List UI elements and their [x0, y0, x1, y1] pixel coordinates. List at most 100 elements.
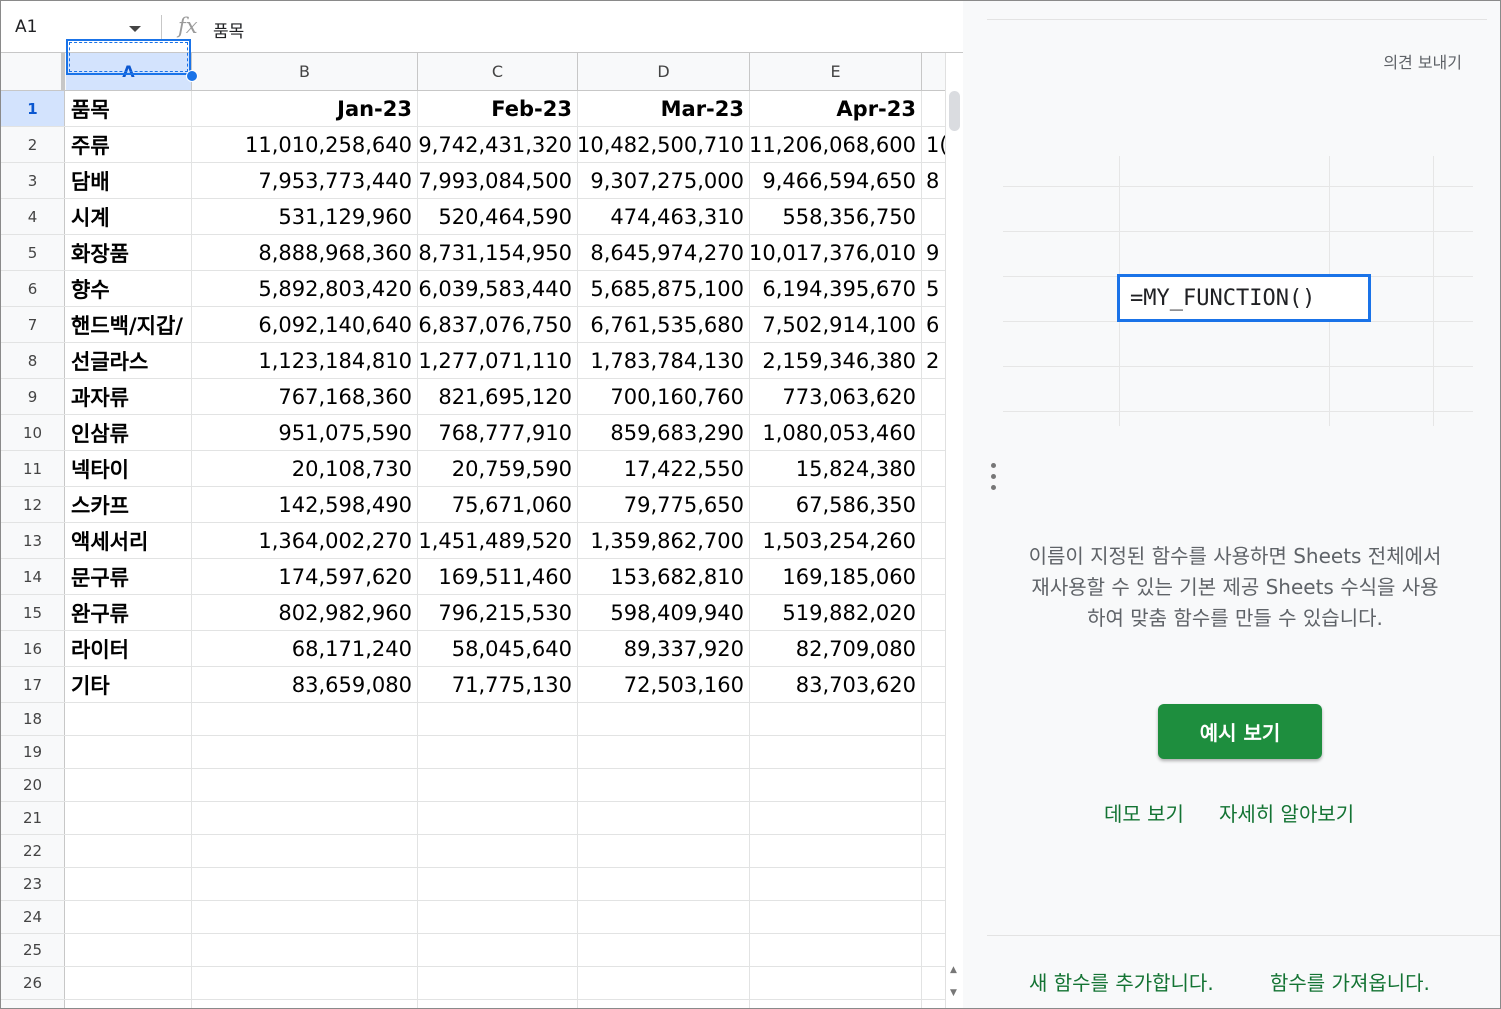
cell[interactable]: 1,277,071,110 [418, 343, 578, 378]
fill-handle[interactable] [186, 70, 198, 82]
scrollbar-thumb[interactable] [949, 91, 960, 131]
cell[interactable]: 6,837,076,750 [418, 307, 578, 342]
cell[interactable] [192, 967, 418, 999]
cell[interactable]: 8,731,154,950 [418, 235, 578, 270]
cell[interactable] [750, 703, 922, 735]
cell[interactable]: 1,364,002,270 [192, 523, 418, 558]
cell[interactable] [192, 769, 418, 801]
cell[interactable]: 과자류 [66, 379, 192, 414]
column-header-C[interactable]: C [418, 53, 578, 90]
cell[interactable] [750, 967, 922, 999]
cell[interactable]: 768,777,910 [418, 415, 578, 450]
cell[interactable]: 6,092,140,640 [192, 307, 418, 342]
cell[interactable]: 선글라스 [66, 343, 192, 378]
cell[interactable] [922, 835, 945, 867]
cell[interactable]: 8,645,974,270 [578, 235, 750, 270]
cell[interactable] [922, 559, 945, 594]
cell[interactable]: 796,215,530 [418, 595, 578, 630]
cell[interactable]: 58,045,640 [418, 631, 578, 666]
row-header[interactable]: 26 [1, 967, 65, 999]
row-header[interactable]: 23 [1, 868, 65, 900]
cell[interactable] [750, 901, 922, 933]
row-header[interactable]: 18 [1, 703, 65, 735]
row-header[interactable]: 24 [1, 901, 65, 933]
cell[interactable] [418, 736, 578, 768]
cell[interactable]: 520,464,590 [418, 199, 578, 234]
scroll-up-arrow-icon[interactable]: ▲ [950, 965, 957, 975]
select-all-corner[interactable] [1, 53, 65, 90]
cell[interactable]: 474,463,310 [578, 199, 750, 234]
column-header-D[interactable]: D [578, 53, 750, 90]
cell[interactable]: 6 [922, 307, 945, 342]
cell[interactable] [418, 967, 578, 999]
cell[interactable] [578, 769, 750, 801]
cell[interactable] [192, 703, 418, 735]
cell[interactable]: 1,503,254,260 [750, 523, 922, 558]
cell[interactable]: 주류 [66, 127, 192, 162]
cell[interactable]: 79,775,650 [578, 487, 750, 522]
cell[interactable]: 11,206,068,600 [750, 127, 922, 162]
cell[interactable] [66, 967, 192, 999]
cell[interactable]: 5,892,803,420 [192, 271, 418, 306]
row-header[interactable]: 27 [1, 1000, 65, 1008]
cell[interactable]: 1,359,862,700 [578, 523, 750, 558]
row-header[interactable]: 22 [1, 835, 65, 867]
column-header-B[interactable]: B [192, 53, 418, 90]
column-header-partial[interactable] [922, 53, 945, 90]
cell[interactable]: 83,703,620 [750, 667, 922, 702]
cell[interactable]: 문구류 [66, 559, 192, 594]
cell[interactable]: 169,185,060 [750, 559, 922, 594]
cell[interactable]: 9 [922, 235, 945, 270]
cell[interactable]: 82,709,080 [750, 631, 922, 666]
cell[interactable] [578, 802, 750, 834]
cell[interactable]: 8,888,968,360 [192, 235, 418, 270]
cell[interactable]: 2,159,346,380 [750, 343, 922, 378]
cell[interactable]: 라이터 [66, 631, 192, 666]
cell[interactable] [750, 736, 922, 768]
feedback-link[interactable]: 의견 보내기 [1383, 49, 1462, 73]
cell[interactable]: Feb-23 [418, 91, 578, 126]
cell[interactable] [66, 934, 192, 966]
chevron-down-icon[interactable] [129, 26, 141, 32]
cell[interactable]: 1( [922, 127, 945, 162]
cell[interactable]: 넥타이 [66, 451, 192, 486]
cell[interactable]: 완구류 [66, 595, 192, 630]
cell[interactable]: 72,503,160 [578, 667, 750, 702]
cell[interactable]: 11,010,258,640 [192, 127, 418, 162]
row-header[interactable]: 16 [1, 631, 65, 666]
cell[interactable] [922, 1000, 945, 1008]
cell[interactable] [578, 934, 750, 966]
cell[interactable]: 700,160,760 [578, 379, 750, 414]
cell[interactable]: 1,783,784,130 [578, 343, 750, 378]
cell[interactable] [418, 802, 578, 834]
row-header[interactable]: 13 [1, 523, 65, 558]
cell[interactable]: 9,307,275,000 [578, 163, 750, 198]
cell[interactable] [418, 835, 578, 867]
cell[interactable] [192, 835, 418, 867]
cell[interactable] [922, 802, 945, 834]
cell[interactable]: 시계 [66, 199, 192, 234]
row-header[interactable]: 11 [1, 451, 65, 486]
cell[interactable] [578, 1000, 750, 1008]
row-header[interactable]: 14 [1, 559, 65, 594]
cell[interactable]: 담배 [66, 163, 192, 198]
cell[interactable]: 액세서리 [66, 523, 192, 558]
row-header[interactable]: 12 [1, 487, 65, 522]
cell[interactable] [192, 868, 418, 900]
row-header[interactable]: 8 [1, 343, 65, 378]
cell[interactable]: 품목 [66, 91, 192, 126]
cell[interactable] [578, 967, 750, 999]
cell[interactable]: 5,685,875,100 [578, 271, 750, 306]
row-header[interactable]: 7 [1, 307, 65, 342]
cell[interactable] [192, 736, 418, 768]
row-header[interactable]: 5 [1, 235, 65, 270]
cell[interactable] [922, 703, 945, 735]
cell[interactable]: 2 [922, 343, 945, 378]
cell[interactable]: 1,080,053,460 [750, 415, 922, 450]
cell[interactable] [922, 451, 945, 486]
cell[interactable] [922, 934, 945, 966]
cell[interactable]: 71,775,130 [418, 667, 578, 702]
cell[interactable] [922, 901, 945, 933]
cell[interactable]: 598,409,940 [578, 595, 750, 630]
cell[interactable]: 9,466,594,650 [750, 163, 922, 198]
